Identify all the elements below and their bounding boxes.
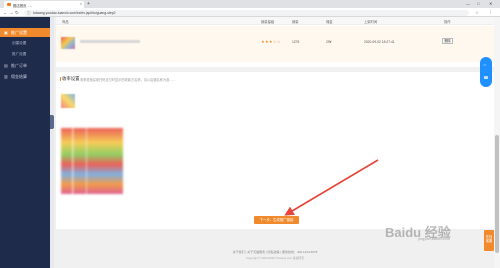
section-title: 收率设置 — [62, 76, 80, 81]
phone-icon[interactable]: ☎ — [484, 75, 489, 80]
sidebar-item-label: 推广订单 — [11, 63, 27, 69]
orders-icon: ▤ — [4, 63, 8, 69]
bookmark-star-icon[interactable]: ☆ — [475, 10, 479, 16]
browser-tab-bar: 推店首页 - ... × + — □ ✕ — [0, 0, 500, 8]
back-icon[interactable]: ← — [3, 10, 8, 15]
product-table-card: 商品 销量星级 销量 佣金 上架时间 操作 ★★★☆☆ 1275 29¥ 202… — [56, 17, 494, 67]
column-header: 商品 — [62, 20, 69, 24]
favicon-icon — [7, 3, 11, 6]
url-text: tuiwang.youdao.tuanxin.com/index.jsp#/tu… — [33, 10, 116, 15]
sidebar: ▣ 推广设置 创建设置 推广设置 ▤ 推广订单 ▥ 佣金结算 — [0, 17, 50, 268]
address-bar-row: ← → ↻ ⓘ tuiwang.youdao.tuanxin.com/index… — [0, 8, 500, 17]
qr-preview-small[interactable] — [61, 94, 75, 108]
sidebar-subitem[interactable]: 创建设置 — [12, 41, 26, 46]
baidu-watermark-url: jingyan.baidu.com — [418, 236, 451, 241]
column-header: 佣金 — [326, 20, 333, 24]
qr-code-image — [61, 128, 123, 194]
sidebar-item-promo-settings[interactable]: ▣ 推广设置 — [0, 28, 50, 37]
reload-icon[interactable]: ↻ — [15, 10, 19, 16]
minimize-button[interactable]: — — [466, 1, 470, 6]
floating-helper[interactable]: ⌂ ☎ — [480, 57, 492, 87]
tab-title: 推店首页 - ... — [13, 3, 33, 8]
footer-copyright: Copyright © 2004-2020 Tuiwang.com 版权所有 — [245, 256, 305, 260]
home-icon[interactable]: ⌂ — [484, 62, 486, 67]
collapse-sidebar-button[interactable] — [50, 115, 54, 129]
browser-tab[interactable]: 推店首页 - ... × — [4, 1, 84, 8]
blurred-product-name — [80, 40, 140, 43]
sidebar-item-settlement[interactable]: ▥ 佣金结算 — [0, 72, 50, 81]
scroll-thumb[interactable] — [495, 135, 499, 253]
section-hint: 收率是指买家扫码支付时显示的收款方名称，请以店铺名称为准…… — [80, 78, 176, 82]
new-tab-button[interactable]: + — [87, 1, 90, 7]
next-step-button[interactable]: 下一步，生成推广链接 — [254, 216, 299, 224]
forward-icon[interactable]: → — [9, 10, 14, 15]
sidebar-subitem[interactable]: 推广设置 — [12, 52, 26, 57]
maximize-button[interactable]: □ — [477, 1, 479, 6]
qr-settings-card: 收率设置 收率是指买家扫码支付时显示的收款方名称，请以店铺名称为准…… — [56, 72, 494, 229]
section-accent-bar — [60, 76, 61, 81]
delete-button[interactable]: 删除 — [442, 38, 453, 44]
time-cell: 2020-09-02 18:27:41 — [364, 40, 395, 44]
table-header: 商品 销量星级 销量 佣金 上架时间 操作 — [56, 17, 494, 25]
sidebar-collapse-strip — [50, 17, 54, 268]
product-thumbnail — [61, 37, 75, 49]
customer-service-label: 在线客服 — [485, 235, 493, 243]
wallet-icon: ▥ — [4, 74, 8, 80]
column-header: 销量星级 — [261, 20, 275, 24]
window-close-button[interactable]: ✕ — [489, 1, 492, 6]
customer-service-button[interactable]: 在线客服 — [484, 230, 494, 251]
page-scrollbar[interactable] — [494, 17, 500, 268]
lock-icon: ⓘ — [27, 10, 31, 15]
url-input[interactable]: ⓘ tuiwang.youdao.tuanxin.com/index.jsp#/… — [24, 9, 469, 16]
commission-cell: 29¥ — [326, 40, 332, 44]
sidebar-item-label: 推广设置 — [11, 30, 27, 36]
settings-icon: ▣ — [4, 30, 8, 36]
rating-stars: ★★★☆☆ — [261, 39, 281, 44]
sidebar-item-label: 佣金结算 — [11, 74, 27, 80]
browser-menu-icon[interactable]: ⋮ — [488, 10, 493, 16]
column-header: 操作 — [444, 20, 451, 24]
column-header: 上架时间 — [364, 20, 378, 24]
sidebar-item-orders[interactable]: ▤ 推广订单 — [0, 61, 50, 70]
footer-links[interactable]: 关于我们 | 关于天猫服务 | 隐私政策 | 服务热线：400-1234-567… — [56, 250, 494, 254]
table-row: ★★★☆☆ 1275 29¥ 2020-09-02 18:27:41 删除 — [56, 26, 494, 62]
column-header: 销量 — [292, 20, 299, 24]
close-icon[interactable]: × — [80, 2, 82, 6]
sales-cell: 1275 — [292, 40, 300, 44]
